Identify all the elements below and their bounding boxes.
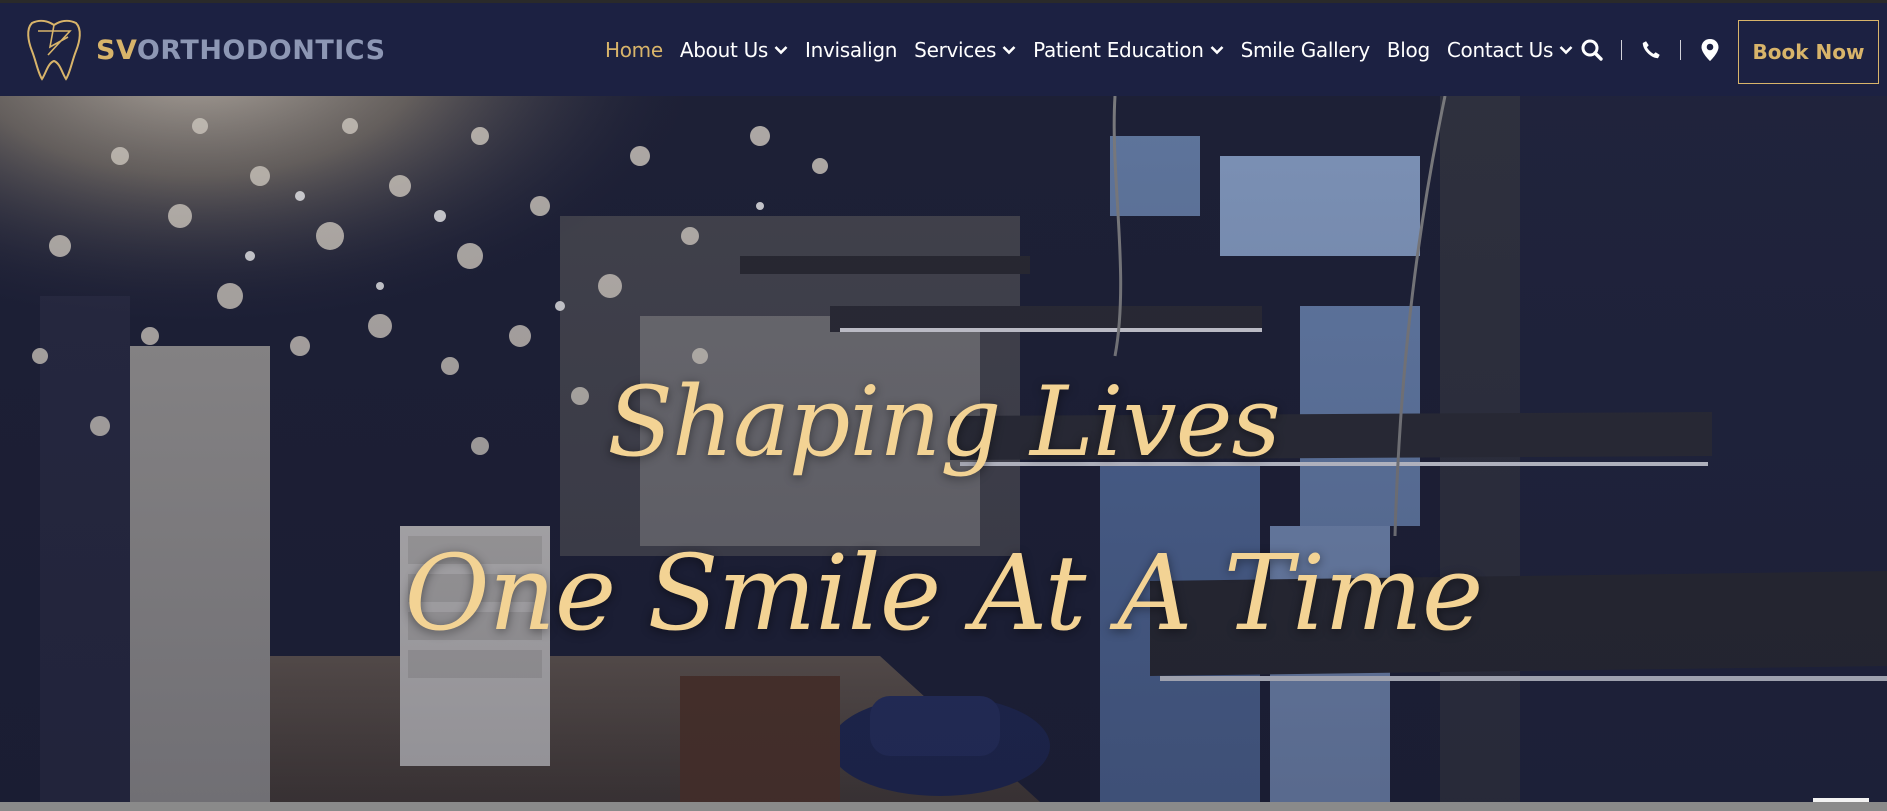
nav-patient-education-label: Patient Education [1033, 37, 1204, 62]
nav-about-us[interactable]: About Us [680, 38, 788, 62]
hero-section: Shaping Lives One Smile At A Time [0, 96, 1887, 802]
chevron-down-icon [774, 45, 788, 54]
hero-headline-line1: Shaping Lives [607, 366, 1281, 478]
nav-patient-education[interactable]: Patient Education [1033, 38, 1223, 62]
nav-invisalign[interactable]: Invisalign [805, 38, 897, 62]
chevron-down-icon [1002, 45, 1016, 54]
tooth-logo-icon [27, 19, 81, 81]
nav-blog[interactable]: Blog [1387, 38, 1430, 62]
search-button[interactable] [1578, 36, 1606, 64]
nav-services[interactable]: Services [914, 38, 1016, 62]
phone-button[interactable] [1637, 36, 1665, 64]
nav-blog-label: Blog [1386, 37, 1430, 62]
nav-invisalign-label: Invisalign [805, 37, 898, 62]
nav-contact-us-label: Contact Us [1446, 37, 1554, 62]
brand-orthodontics: ORTHODONTICS [136, 34, 386, 66]
chevron-down-icon [1559, 45, 1573, 54]
search-icon [1581, 39, 1603, 61]
horizontal-scrollbar[interactable] [0, 802, 1887, 811]
site-header: SVORTHODONTICS Home About Us Invisalign … [0, 3, 1887, 96]
main-nav: Home About Us Invisalign Services Patien… [605, 3, 1590, 96]
site-logo[interactable]: SVORTHODONTICS [24, 17, 386, 83]
brand-name: SVORTHODONTICS [96, 35, 386, 66]
nav-smile-gallery[interactable]: Smile Gallery [1240, 37, 1371, 62]
phone-icon [1642, 40, 1660, 58]
location-button[interactable] [1696, 36, 1724, 64]
map-pin-icon [1701, 38, 1719, 61]
nav-contact-us[interactable]: Contact Us [1447, 38, 1573, 62]
nav-home-label: Home [605, 37, 663, 62]
tools-divider [1680, 39, 1681, 60]
nav-services-label: Services [914, 37, 997, 62]
brand-sv: SV [96, 34, 137, 66]
nav-home[interactable]: Home [605, 38, 663, 62]
book-now-button[interactable]: Book Now [1738, 20, 1879, 84]
chevron-down-icon [1210, 45, 1223, 54]
nav-about-us-label: About Us [679, 37, 769, 62]
nav-smile-gallery-label: Smile Gallery [1240, 37, 1371, 62]
tools-divider [1621, 39, 1622, 60]
scroll-indicator[interactable] [1813, 798, 1869, 802]
header-tools [1578, 3, 1724, 96]
hero-headline-line2: One Smile At A Time [404, 532, 1484, 654]
